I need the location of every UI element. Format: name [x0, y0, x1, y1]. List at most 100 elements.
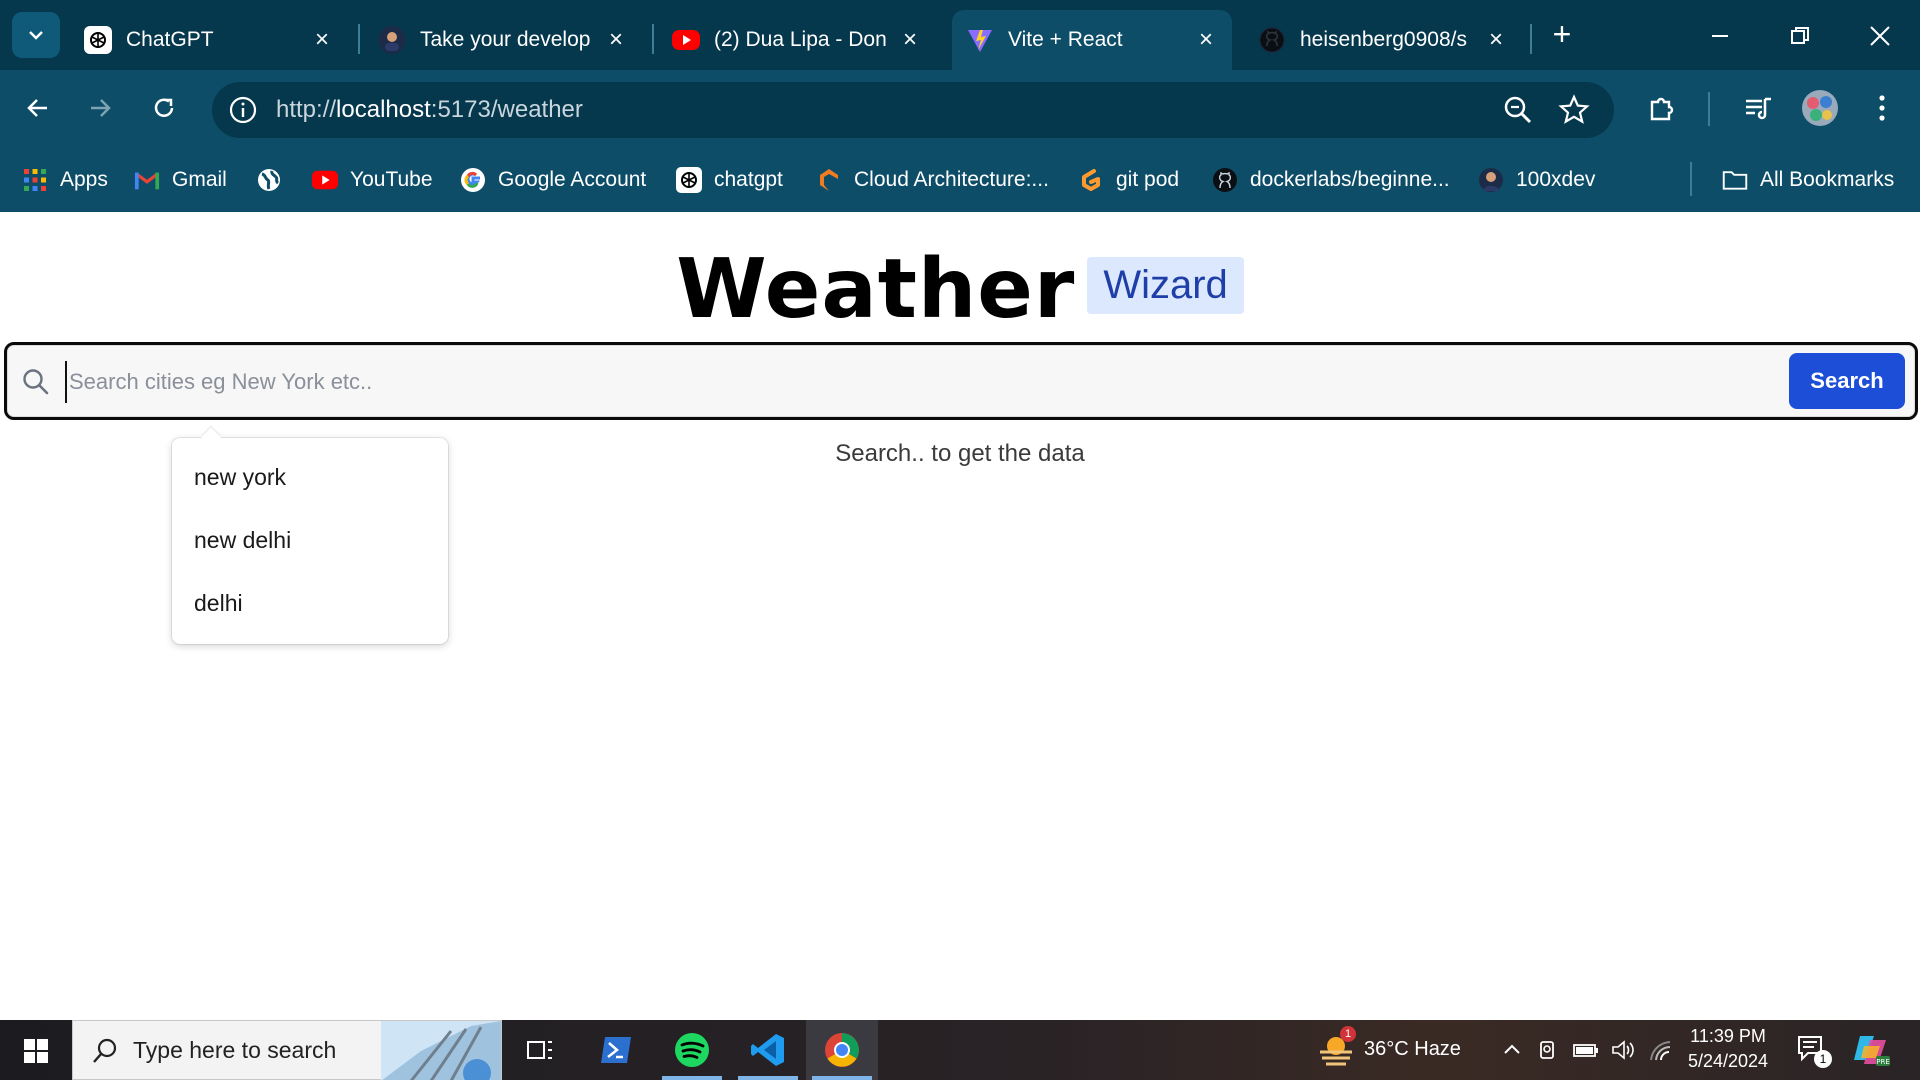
- youtube-icon: [312, 167, 338, 193]
- extensions-button[interactable]: [1640, 86, 1684, 130]
- bookmark-label: Google Account: [498, 168, 647, 191]
- github-icon: [1258, 26, 1286, 54]
- powershell-icon: [601, 1037, 631, 1063]
- arrow-left-icon: [27, 99, 47, 117]
- media-control-button[interactable]: [1736, 86, 1780, 130]
- weather-alert-badge: 1: [1340, 1026, 1356, 1042]
- bookmark-label: Cloud Architecture:...: [854, 168, 1049, 191]
- browser-menu-button[interactable]: [1860, 86, 1904, 130]
- volume-button[interactable]: [1610, 1038, 1638, 1062]
- reload-icon: [154, 98, 174, 117]
- address-bar[interactable]: http://localhost:5173/weather: [212, 82, 1614, 138]
- tab-title: ChatGPT: [126, 28, 214, 51]
- tab-github[interactable]: heisenberg0908/s ×: [1244, 10, 1522, 70]
- playlist-music-icon: [1746, 97, 1771, 120]
- weather-widget[interactable]: 1 36°C Haze: [1312, 1020, 1472, 1080]
- bookmark-cloud-architecture[interactable]: Cloud Architecture:...: [816, 162, 1049, 198]
- tab-search-button[interactable]: [12, 12, 60, 58]
- page-content: WeatherWizard Search new york new delhi …: [0, 212, 1920, 1020]
- bookmark-youtube[interactable]: YouTube: [312, 162, 433, 198]
- avatar-icon: [378, 26, 406, 54]
- meet-now-button[interactable]: [1536, 1038, 1560, 1062]
- tab-dua-lipa[interactable]: (2) Dua Lipa - Don ×: [658, 10, 936, 70]
- all-bookmarks-button[interactable]: All Bookmarks: [1722, 162, 1894, 198]
- zoom-icon[interactable]: [1502, 94, 1534, 126]
- tab-take-your-develop[interactable]: Take your develop ×: [364, 10, 642, 70]
- bookmark-chatgpt[interactable]: chatgpt: [676, 162, 783, 198]
- close-icon[interactable]: ×: [1484, 26, 1508, 53]
- bookmark-label: 100xdev: [1516, 168, 1596, 191]
- close-icon[interactable]: ×: [898, 26, 922, 53]
- task-view-icon: [527, 1041, 552, 1059]
- site-info-icon[interactable]: [228, 95, 258, 125]
- bookmark-gitpod[interactable]: git pod: [1078, 162, 1179, 198]
- tab-vite-react[interactable]: Vite + React ×: [952, 10, 1232, 70]
- search-button[interactable]: Search: [1789, 353, 1905, 409]
- copilot-button[interactable]: PRE: [1852, 1032, 1892, 1068]
- tab-divider: [652, 24, 654, 54]
- avatar-icon: [1478, 167, 1504, 193]
- tab-title: Take your develop: [420, 28, 591, 51]
- clock-date: 5/24/2024: [1687, 1051, 1769, 1071]
- bookmark-label: git pod: [1116, 168, 1180, 191]
- running-indicator: [738, 1076, 798, 1080]
- wifi-icon: [1650, 1041, 1671, 1061]
- bookmark-apps[interactable]: Apps: [22, 162, 108, 198]
- gitpod-icon: [1078, 167, 1104, 193]
- app-title-main: Weather: [676, 242, 1076, 337]
- back-button[interactable]: [16, 86, 60, 130]
- taskbar-chrome[interactable]: [806, 1020, 878, 1080]
- vite-icon: [966, 26, 994, 54]
- show-hidden-icons-button[interactable]: [1500, 1038, 1524, 1062]
- running-indicator: [812, 1076, 872, 1080]
- close-icon[interactable]: ×: [310, 26, 334, 53]
- svg-text:PRE: PRE: [1876, 1058, 1890, 1066]
- bookmark-google-account[interactable]: Google Account: [460, 162, 646, 198]
- clock-time: 11:39 PM: [1690, 1026, 1766, 1046]
- profile-avatar[interactable]: [1798, 86, 1842, 130]
- taskbar-vscode[interactable]: [732, 1020, 804, 1080]
- suggestion-item[interactable]: delhi: [172, 572, 448, 635]
- task-view-button[interactable]: [504, 1020, 576, 1080]
- taskbar-spotify[interactable]: [656, 1020, 728, 1080]
- copilot-icon: PRE: [1854, 1036, 1890, 1066]
- bookmark-100xdev[interactable]: 100xdev: [1478, 162, 1595, 198]
- github-icon: [1212, 167, 1238, 193]
- notifications-button[interactable]: 1: [1796, 1034, 1832, 1068]
- taskbar-powershell[interactable]: [580, 1020, 652, 1080]
- tab-title: Vite + React: [1008, 28, 1123, 51]
- chrome-icon: [825, 1033, 859, 1067]
- running-indicator: [662, 1076, 722, 1080]
- suggestion-item[interactable]: new delhi: [172, 509, 448, 572]
- notification-count: 1: [1814, 1050, 1832, 1068]
- spotify-icon: [675, 1033, 709, 1067]
- start-button[interactable]: [12, 1032, 60, 1070]
- chevron-down-icon: [29, 31, 43, 40]
- close-icon[interactable]: ×: [604, 26, 628, 53]
- url-text[interactable]: http://localhost:5173/weather: [276, 96, 583, 124]
- tab-chatgpt[interactable]: ChatGPT ×: [70, 10, 348, 70]
- network-button[interactable]: [1648, 1038, 1676, 1062]
- close-window-button[interactable]: [1858, 14, 1902, 58]
- bookmark-globe[interactable]: [256, 162, 294, 198]
- bookmark-star-icon[interactable]: [1558, 94, 1590, 126]
- battery-button[interactable]: [1572, 1038, 1600, 1062]
- puzzle-icon: [1650, 97, 1674, 121]
- camera-icon: [1540, 1041, 1554, 1059]
- restore-button[interactable]: [1778, 14, 1822, 58]
- forward-button[interactable]: [78, 86, 122, 130]
- close-icon[interactable]: ×: [1194, 26, 1218, 53]
- bookmark-dockerlabs[interactable]: dockerlabs/beginne...: [1212, 162, 1450, 198]
- weather-text: 36°C Haze: [1364, 1038, 1461, 1060]
- speaker-icon: [1612, 1040, 1634, 1060]
- tab-title: heisenberg0908/s: [1300, 28, 1467, 51]
- city-search-input[interactable]: [65, 361, 1445, 403]
- reload-button[interactable]: [142, 86, 186, 130]
- bookmark-label: YouTube: [350, 168, 433, 191]
- chatgpt-icon: [676, 167, 702, 193]
- clock[interactable]: 11:39 PM 5/24/2024: [1682, 1024, 1774, 1078]
- bookmark-gmail[interactable]: Gmail: [134, 162, 227, 198]
- taskbar-search-box[interactable]: Type here to search: [72, 1020, 502, 1080]
- minimize-button[interactable]: [1698, 14, 1742, 58]
- new-tab-button[interactable]: +: [1546, 18, 1578, 52]
